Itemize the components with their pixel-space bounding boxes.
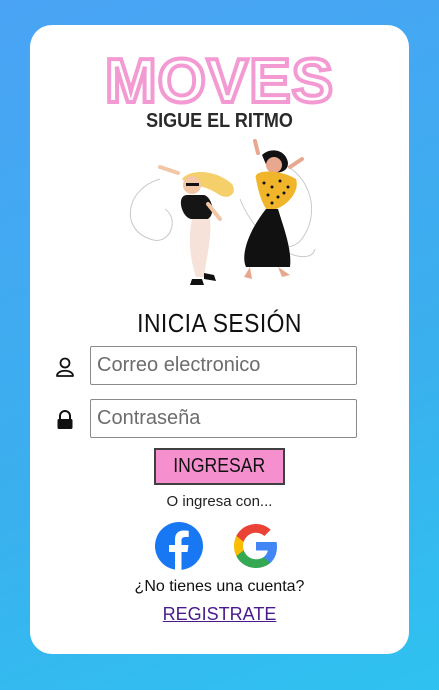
email-field[interactable] bbox=[90, 346, 357, 385]
brand-logo: MOVES bbox=[103, 47, 335, 116]
lock-icon bbox=[57, 410, 73, 429]
email-row bbox=[54, 346, 359, 386]
facebook-icon[interactable] bbox=[154, 521, 204, 571]
login-button-label: INGRESAR bbox=[173, 455, 266, 477]
register-link[interactable]: REGISTRATE bbox=[30, 604, 409, 625]
password-field[interactable] bbox=[90, 399, 357, 438]
login-button[interactable]: INGRESAR bbox=[154, 448, 285, 485]
signup-prompt: ¿No tienes una cuenta? bbox=[134, 578, 305, 595]
login-card: MOVES SIGUE EL RITMO INICIA SESIÓN Corre… bbox=[30, 25, 409, 654]
password-row bbox=[54, 399, 359, 439]
dancers-illustration bbox=[129, 139, 316, 285]
google-icon[interactable] bbox=[231, 521, 281, 571]
login-title: INICIA SESIÓN bbox=[137, 308, 302, 338]
brand-tagline: SIGUE EL RITMO bbox=[146, 110, 293, 132]
user-icon bbox=[56, 357, 74, 377]
alt-login-label: O ingresa con... bbox=[166, 493, 273, 510]
